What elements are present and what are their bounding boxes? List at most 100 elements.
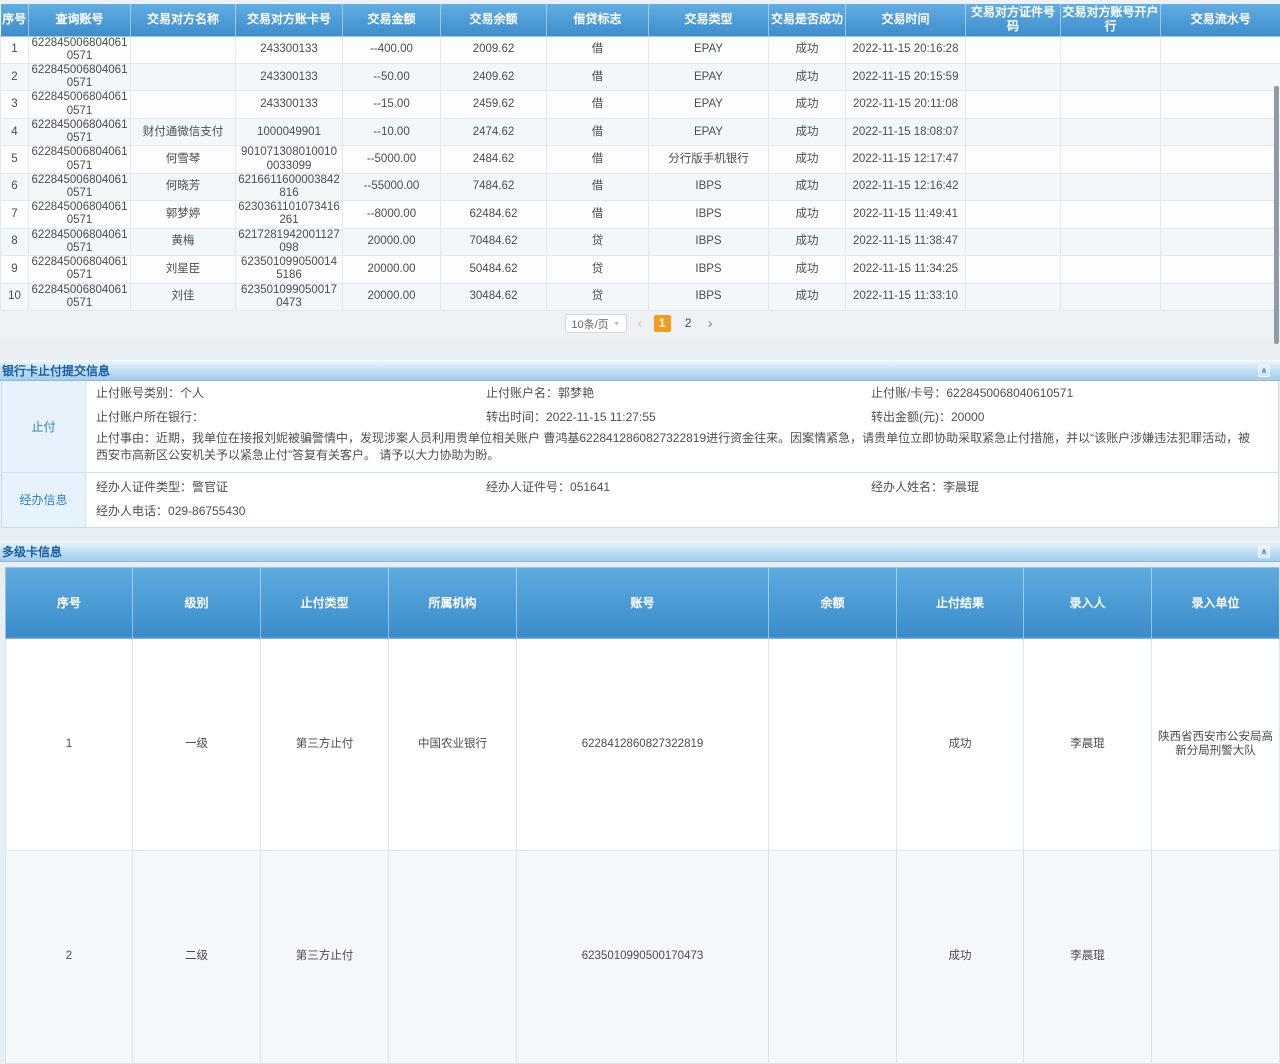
cell-counterparty-card: 6230361101073416261 xyxy=(236,201,343,228)
cell-balance: 7484.62 xyxy=(441,173,547,200)
field-operator-cert-no: 经办人证件号：051641 xyxy=(486,478,871,495)
cell-query-account: 6228450068040610571 xyxy=(29,118,131,145)
cell-seq: 10 xyxy=(1,283,29,310)
table-row[interactable]: 2 6228450068040610571 243300133 --50.00 … xyxy=(1,64,1280,91)
field-row: 止付账号类别：个人 止付账户名：郭梦艳 止付账/卡号：6228450068040… xyxy=(86,381,1278,405)
group-label: 经办信息 xyxy=(2,473,86,527)
cell-serial xyxy=(1161,173,1280,200)
table-row[interactable]: 9 6228450068040610571 刘星臣 62350109905001… xyxy=(1,256,1280,283)
cell-seq: 7 xyxy=(1,201,29,228)
cell-seq: 6 xyxy=(1,173,29,200)
cell-seq: 2 xyxy=(6,851,133,1064)
cell-counterparty-bank xyxy=(1061,36,1161,63)
column-header: 止付结果 xyxy=(897,567,1024,638)
cell-seq: 3 xyxy=(1,91,29,118)
cell-query-account: 6228450068040610571 xyxy=(29,201,131,228)
cell-balance: 2474.62 xyxy=(441,118,547,145)
cell-counterparty-card: 1000049901 xyxy=(236,118,343,145)
field-stop-reason: 止付事由：近期，我单位在接报刘妮被骗警情中，发现涉案人员利用贵单位相关账户 曹鸿… xyxy=(86,429,1278,472)
cell-counterparty-cert xyxy=(966,228,1061,255)
cell-transaction-type: EPAY xyxy=(649,118,769,145)
table-row[interactable]: 5 6228450068040610571 何雪琴 90107130801001… xyxy=(1,146,1280,173)
next-page-button[interactable]: › xyxy=(706,315,715,332)
column-header: 序号 xyxy=(6,567,133,638)
table-row[interactable]: 4 6228450068040610571 财付通微信支付 1000049901… xyxy=(1,118,1280,145)
vertical-scrollbar[interactable] xyxy=(1274,86,1279,344)
cell-balance: 70484.62 xyxy=(441,228,547,255)
cell-time: 2022-11-15 20:15:59 xyxy=(846,64,966,91)
cell-amount: 20000.00 xyxy=(343,283,441,310)
section-gap xyxy=(0,337,1280,360)
cell-balance: 30484.62 xyxy=(441,283,547,310)
table-row[interactable]: 1 一级 第三方止付 中国农业银行 6228412860827322819 成功… xyxy=(6,638,1280,851)
page-size-select[interactable]: 10条/页 ▼ xyxy=(565,314,626,333)
cell-serial xyxy=(1161,283,1280,310)
cell-counterparty-cert xyxy=(966,173,1061,200)
cell-balance: 50484.62 xyxy=(441,256,547,283)
cell-stop-type: 第三方止付 xyxy=(261,638,389,851)
table-row[interactable]: 2 二级 第三方止付 6235010990500170473 成功 李晨琨 20… xyxy=(6,851,1280,1064)
cell-transaction-type: IBPS xyxy=(649,201,769,228)
cell-serial xyxy=(1161,228,1280,255)
cell-counterparty-card: 6235010990500170473 xyxy=(236,283,343,310)
cell-level: 二级 xyxy=(133,851,261,1064)
cell-counterparty-cert xyxy=(966,91,1061,118)
prev-page-button[interactable]: ‹ xyxy=(636,315,645,332)
cell-seq: 2 xyxy=(1,64,29,91)
cell-time: 2022-11-15 18:08:07 xyxy=(846,118,966,145)
cell-org: 中国农业银行 xyxy=(389,638,517,851)
column-header: 借贷标志 xyxy=(547,4,649,36)
chevron-down-icon: ▼ xyxy=(613,320,621,327)
page-number-2[interactable]: 2 xyxy=(680,315,697,332)
cell-serial xyxy=(1161,91,1280,118)
table-row[interactable]: 6 6228450068040610571 何晓芳 62166116000038… xyxy=(1,173,1280,200)
column-header: 止付类型 xyxy=(261,567,389,638)
cell-debit-credit-flag: 借 xyxy=(547,201,649,228)
cell-query-account: 6228450068040610571 xyxy=(29,64,131,91)
cell-counterparty-name: 郭梦婷 xyxy=(131,201,236,228)
page-number-1[interactable]: 1 xyxy=(654,315,671,332)
cell-unit xyxy=(1152,851,1280,1064)
field-row: 经办人证件类型：警官证 经办人证件号：051641 经办人姓名：李晨琨 xyxy=(86,475,1278,499)
cell-time: 2022-11-15 11:49:41 xyxy=(846,201,966,228)
cell-debit-credit-flag: 贷 xyxy=(547,256,649,283)
cell-query-account: 6228450068040610571 xyxy=(29,256,131,283)
cell-seq: 1 xyxy=(1,36,29,63)
operator-info-group: 经办信息 经办人证件类型：警官证 经办人证件号：051641 经办人姓名：李晨琨… xyxy=(2,472,1278,527)
cell-counterparty-card: 6216611600003842816 xyxy=(236,173,343,200)
multi-card-header-row: 序号级别止付类型所属机构账号余额止付结果录入人录入单位录入时间 xyxy=(6,567,1280,638)
cell-balance: 2484.62 xyxy=(441,146,547,173)
cell-balance: 2009.62 xyxy=(441,36,547,63)
cell-success: 成功 xyxy=(769,64,846,91)
cell-transaction-type: EPAY xyxy=(649,36,769,63)
cell-amount: --15.00 xyxy=(343,91,441,118)
collapse-section-icon[interactable]: ∧ xyxy=(1258,365,1270,377)
cell-counterparty-bank xyxy=(1061,283,1161,310)
group-label: 止付 xyxy=(2,381,86,472)
table-row[interactable]: 10 6228450068040610571 刘佳 62350109905001… xyxy=(1,283,1280,310)
cell-counterparty-cert xyxy=(966,146,1061,173)
table-row[interactable]: 3 6228450068040610571 243300133 --15.00 … xyxy=(1,91,1280,118)
cell-time: 2022-11-15 12:16:42 xyxy=(846,173,966,200)
table-row[interactable]: 7 6228450068040610571 郭梦婷 62303611010734… xyxy=(1,201,1280,228)
cell-counterparty-cert xyxy=(966,36,1061,63)
field-card-no: 止付账/卡号：6228450068040610571 xyxy=(871,384,1278,401)
cell-counterparty-card: 243300133 xyxy=(236,64,343,91)
cell-success: 成功 xyxy=(769,36,846,63)
table-row[interactable]: 1 6228450068040610571 243300133 --400.00… xyxy=(1,36,1280,63)
table-row[interactable]: 8 6228450068040610571 黄梅 621728194200112… xyxy=(1,228,1280,255)
cell-balance xyxy=(769,638,897,851)
cell-counterparty-bank xyxy=(1061,228,1161,255)
cell-amount: --50.00 xyxy=(343,64,441,91)
cell-counterparty-name: 何晓芳 xyxy=(131,173,236,200)
field-operator-cert-type: 经办人证件类型：警官证 xyxy=(96,478,486,495)
cell-org xyxy=(389,851,517,1064)
cell-account: 6228412860827322819 xyxy=(517,638,769,851)
stop-payment-section-bar: 银行卡止付提交信息 ∧ xyxy=(0,360,1280,381)
column-header: 序号 xyxy=(1,4,29,36)
field-transfer-amount: 转出金额(元)：20000 xyxy=(871,408,1278,425)
field-row: 经办人电话：029-86755430 xyxy=(86,499,1278,523)
column-header: 交易对方名称 xyxy=(131,4,236,36)
field-operator-phone: 经办人电话：029-86755430 xyxy=(96,502,486,519)
cell-counterparty-bank xyxy=(1061,64,1161,91)
